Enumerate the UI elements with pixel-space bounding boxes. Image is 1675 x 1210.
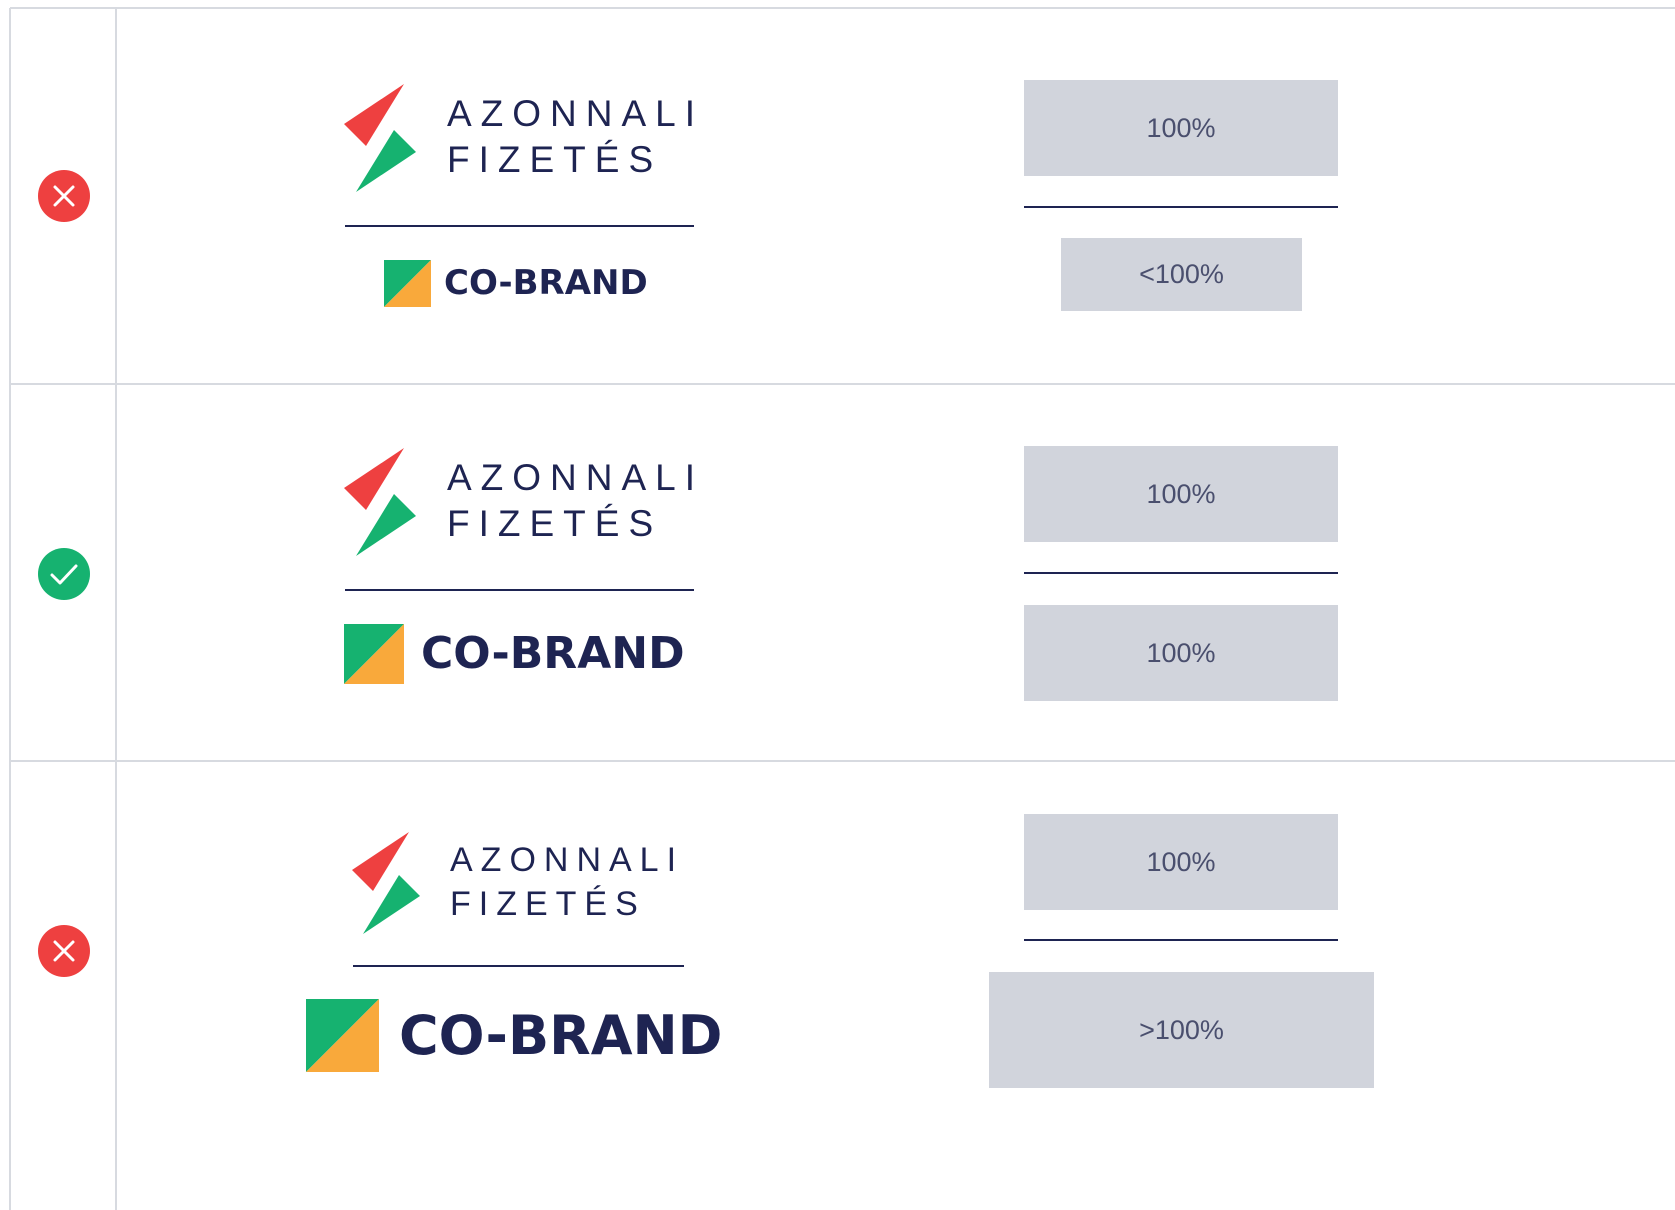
cobrand-wordmark: CO-BRAND [399,1004,723,1067]
size-separator [1024,939,1338,941]
size-box-primary: 100% [1024,814,1338,910]
size-label: 100% [1146,478,1216,509]
size-label: <100% [1139,259,1224,289]
logo-separator [345,589,694,591]
logo-line-2: FIZETÉS [450,885,646,923]
check-icon [38,548,90,600]
size-box-cobrand: 100% [1024,605,1338,701]
size-box-cobrand: <100% [1061,238,1302,311]
x-icon [38,170,90,222]
status-column-divider [115,8,117,1210]
cobrand-wordmark: CO-BRAND [444,263,648,303]
size-separator [1024,206,1338,208]
azonnali-fizetes-wordmark: AZONNALI FIZETÉS [450,843,684,921]
error-status-badge [38,925,90,977]
logo-separator [353,965,684,967]
size-label: >100% [1139,1014,1224,1045]
logo-line-2: FIZETÉS [447,503,663,544]
table-top-border [10,7,1675,9]
cobrand-logo-mark [344,624,404,684]
size-label: 100% [1146,112,1216,143]
size-box-cobrand: >100% [989,972,1374,1088]
azonnali-fizetes-logo-mark [344,448,416,556]
azonnali-fizetes-wordmark: AZONNALI FIZETÉS [447,95,704,178]
row-divider [10,383,1675,385]
size-label: 100% [1146,637,1216,668]
size-box-primary: 100% [1024,446,1338,542]
cobrand-wordmark: CO-BRAND [421,628,685,679]
x-icon [38,925,90,977]
error-status-badge [38,170,90,222]
size-box-primary: 100% [1024,80,1338,176]
logo-line-1: AZONNALI [450,841,685,879]
logo-line-2: FIZETÉS [447,139,663,180]
azonnali-fizetes-logo-mark [352,832,420,934]
logo-line-1: AZONNALI [447,457,705,498]
logo-line-1: AZONNALI [447,93,705,134]
logo-separator [345,225,694,227]
azonnali-fizetes-logo-mark [344,84,416,192]
table-left-border [9,8,11,1210]
size-separator [1024,572,1338,574]
row-divider [10,760,1675,762]
cobrand-logo-mark [306,999,379,1072]
azonnali-fizetes-wordmark: AZONNALI FIZETÉS [447,459,704,542]
cobrand-logo-mark [384,260,431,307]
success-status-badge [38,548,90,600]
size-label: 100% [1146,846,1216,877]
